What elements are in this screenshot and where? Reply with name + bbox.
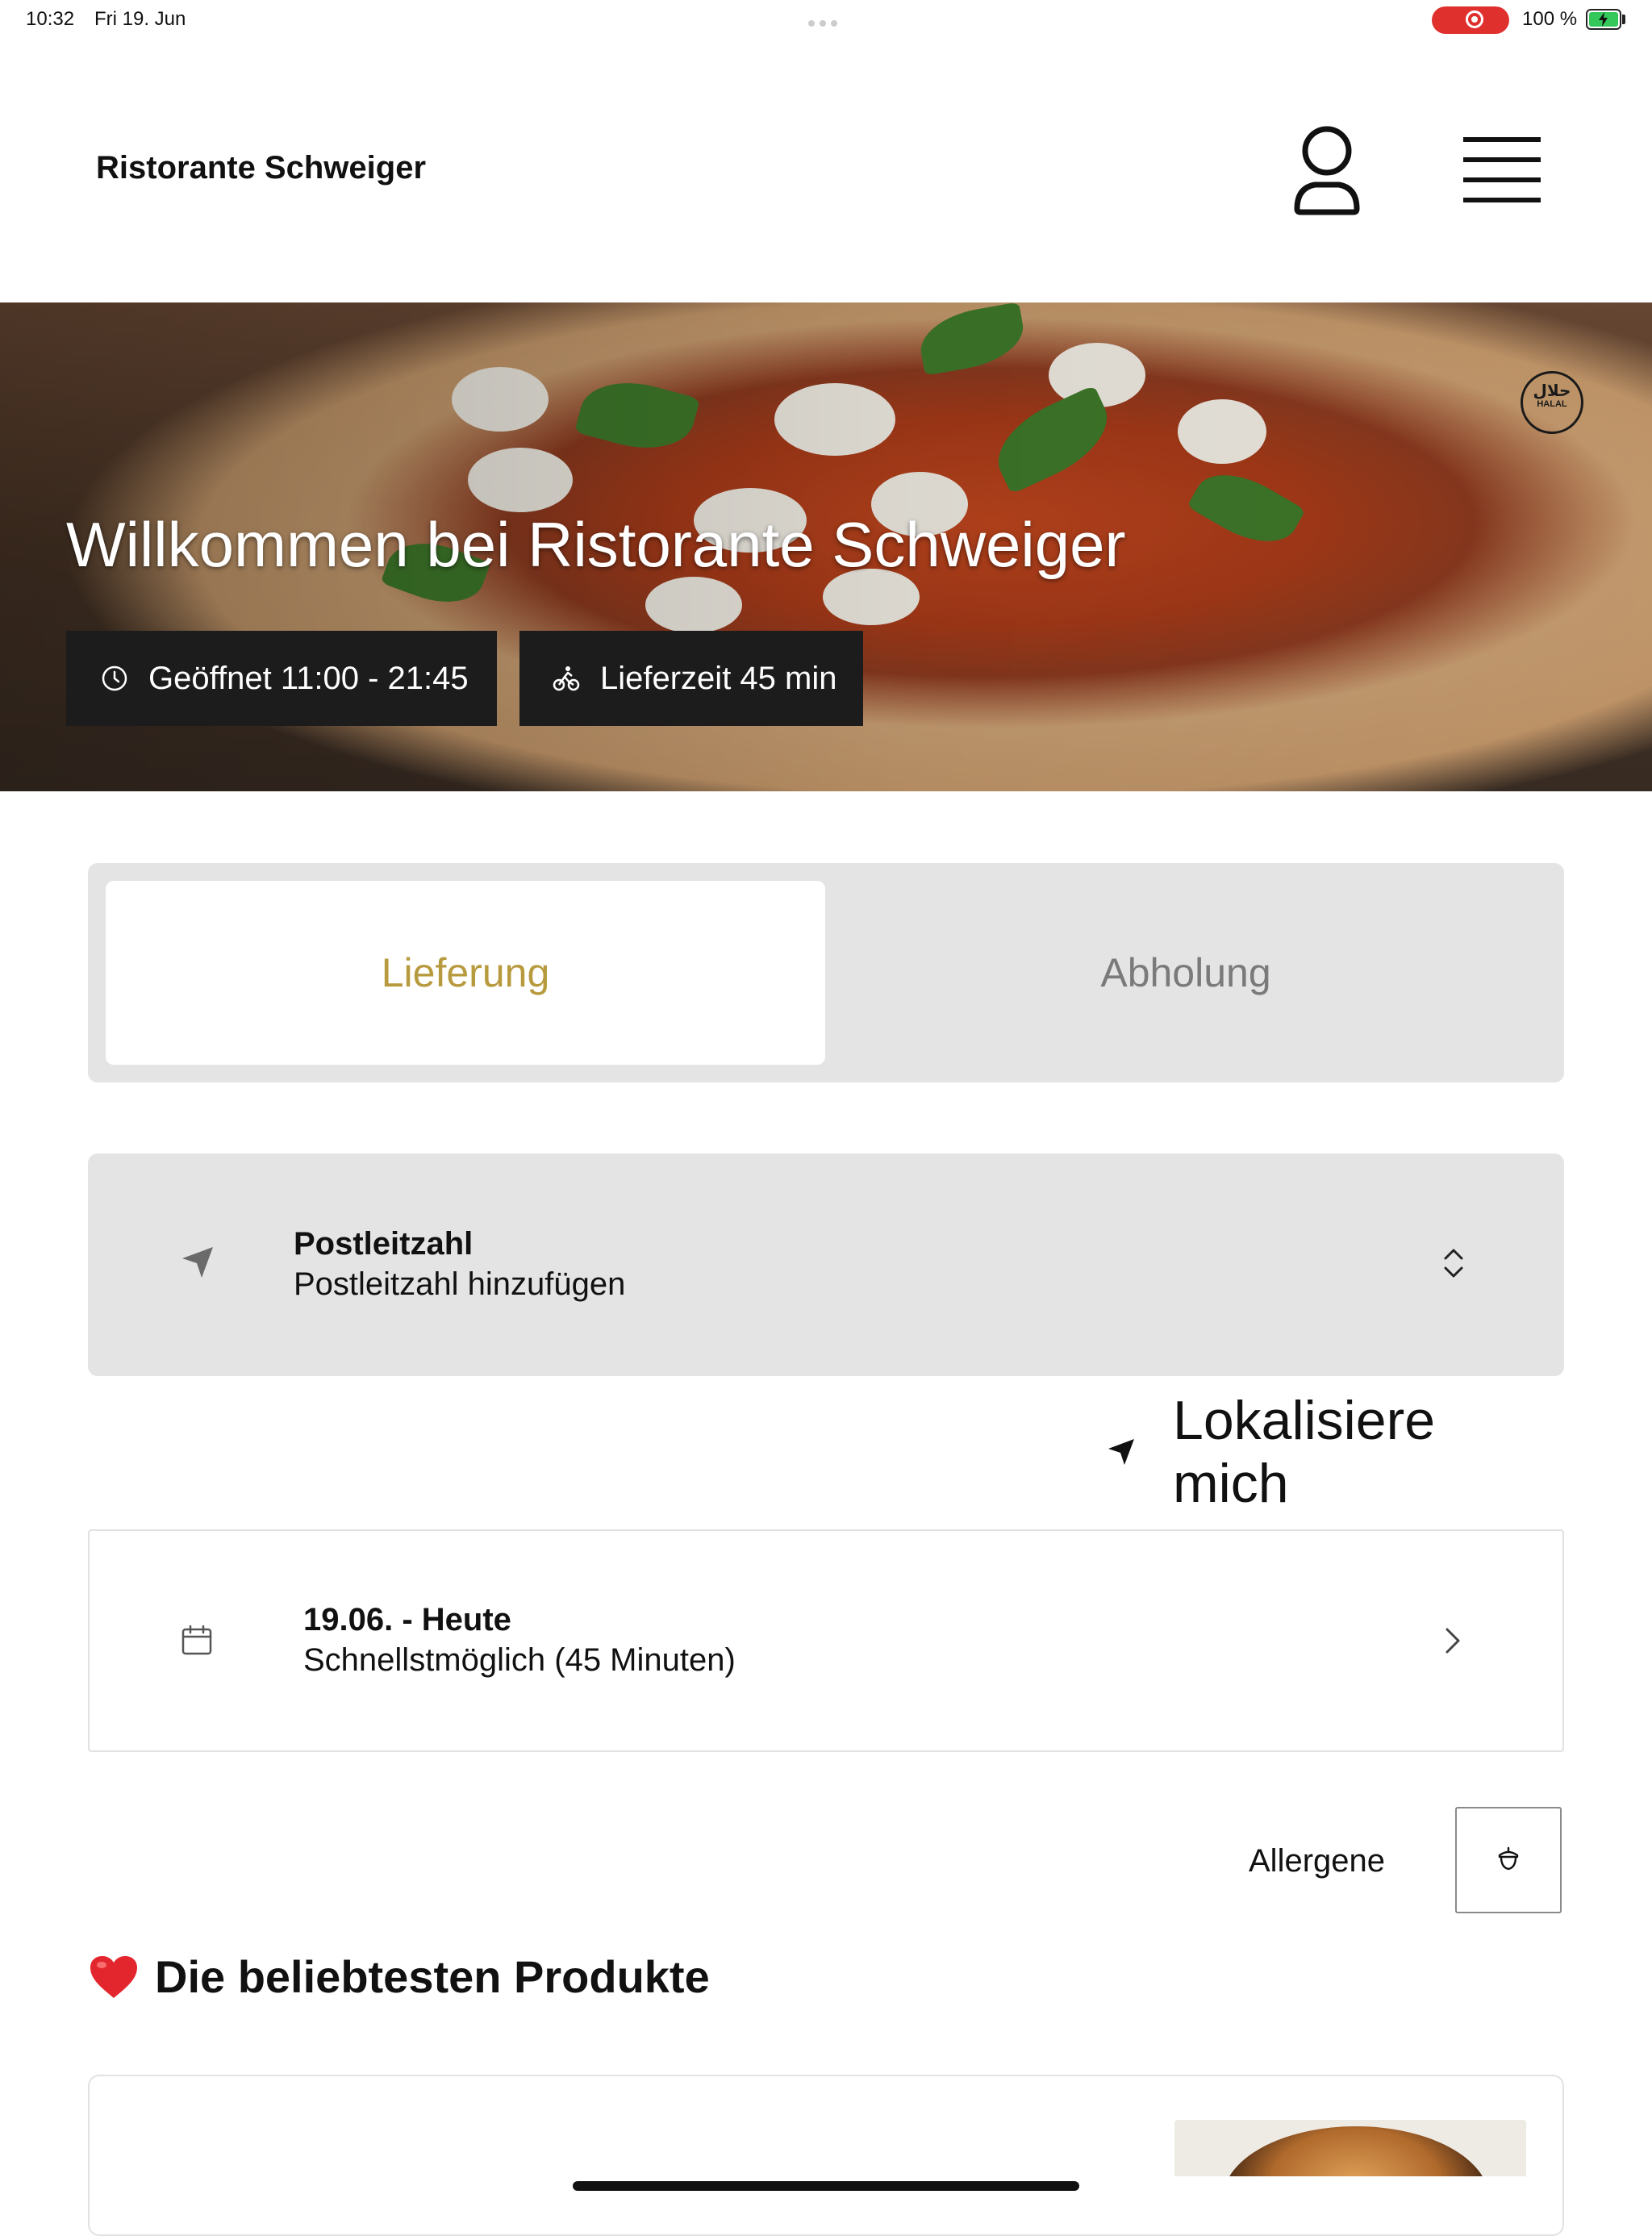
delivery-time-text: Lieferzeit 45 min — [600, 660, 837, 696]
status-date: Fri 19. Jun — [94, 8, 186, 30]
clock-icon — [98, 662, 131, 695]
opening-hours-text: Geöffnet 11:00 - 21:45 — [148, 660, 469, 696]
delivery-date-selector[interactable] — [88, 1529, 1564, 1752]
tab-pickup[interactable]: Abholung — [825, 881, 1546, 1065]
locate-me-button[interactable]: Lokalisiere mich — [1105, 1390, 1563, 1514]
battery-cap — [1622, 15, 1625, 24]
popular-products-heading: Die beliebtesten Produkte — [89, 1950, 710, 2003]
calendar-icon — [179, 1623, 215, 1658]
allergens-label: Allergene — [1249, 1843, 1386, 1879]
chevron-right-icon — [1442, 1625, 1463, 1657]
heart-icon — [89, 1954, 139, 2000]
postal-code-placeholder: Postleitzahl hinzufügen — [294, 1266, 626, 1302]
allergens-filter-button[interactable] — [1455, 1807, 1562, 1913]
battery-percentage: 100 % — [1522, 8, 1578, 30]
postal-code-select[interactable] — [88, 1153, 1564, 1376]
locate-me-label: Lokalisiere mich — [1173, 1390, 1436, 1514]
postal-code-label: Postleitzahl — [294, 1226, 473, 1262]
halal-badge-icon: حلال HALAL — [1521, 371, 1583, 434]
battery-icon — [1586, 9, 1621, 30]
restaurant-name[interactable]: Ristorante Schweiger — [96, 150, 426, 186]
menu-icon[interactable] — [1462, 136, 1542, 205]
acorn-icon — [1497, 1846, 1520, 1875]
popular-products-title: Die beliebtesten Produkte — [155, 1951, 710, 2002]
tab-delivery[interactable]: Lieferung — [106, 881, 825, 1065]
chevron-up-down-icon — [1439, 1245, 1468, 1281]
multitask-dots-icon[interactable] — [808, 16, 842, 27]
delivery-date-title: 19.06. - Heute — [303, 1602, 511, 1637]
location-arrow-icon — [177, 1242, 218, 1283]
hero-title: Willkommen bei Ristorante Schweiger — [66, 509, 1126, 580]
delivery-date-subtitle: Schnellstmöglich (45 Minuten) — [303, 1642, 736, 1678]
bike-icon — [550, 662, 582, 695]
opening-hours-chip: Geöffnet 11:00 - 21:45 — [66, 631, 497, 726]
location-arrow-icon — [1105, 1436, 1137, 1468]
record-icon — [1466, 10, 1483, 28]
home-indicator[interactable] — [573, 2181, 1079, 2191]
product-image[interactable] — [1174, 2120, 1526, 2176]
delivery-time-chip: Lieferzeit 45 min — [519, 631, 863, 726]
user-icon[interactable] — [1291, 125, 1363, 215]
status-time: 10:32 — [26, 8, 75, 30]
